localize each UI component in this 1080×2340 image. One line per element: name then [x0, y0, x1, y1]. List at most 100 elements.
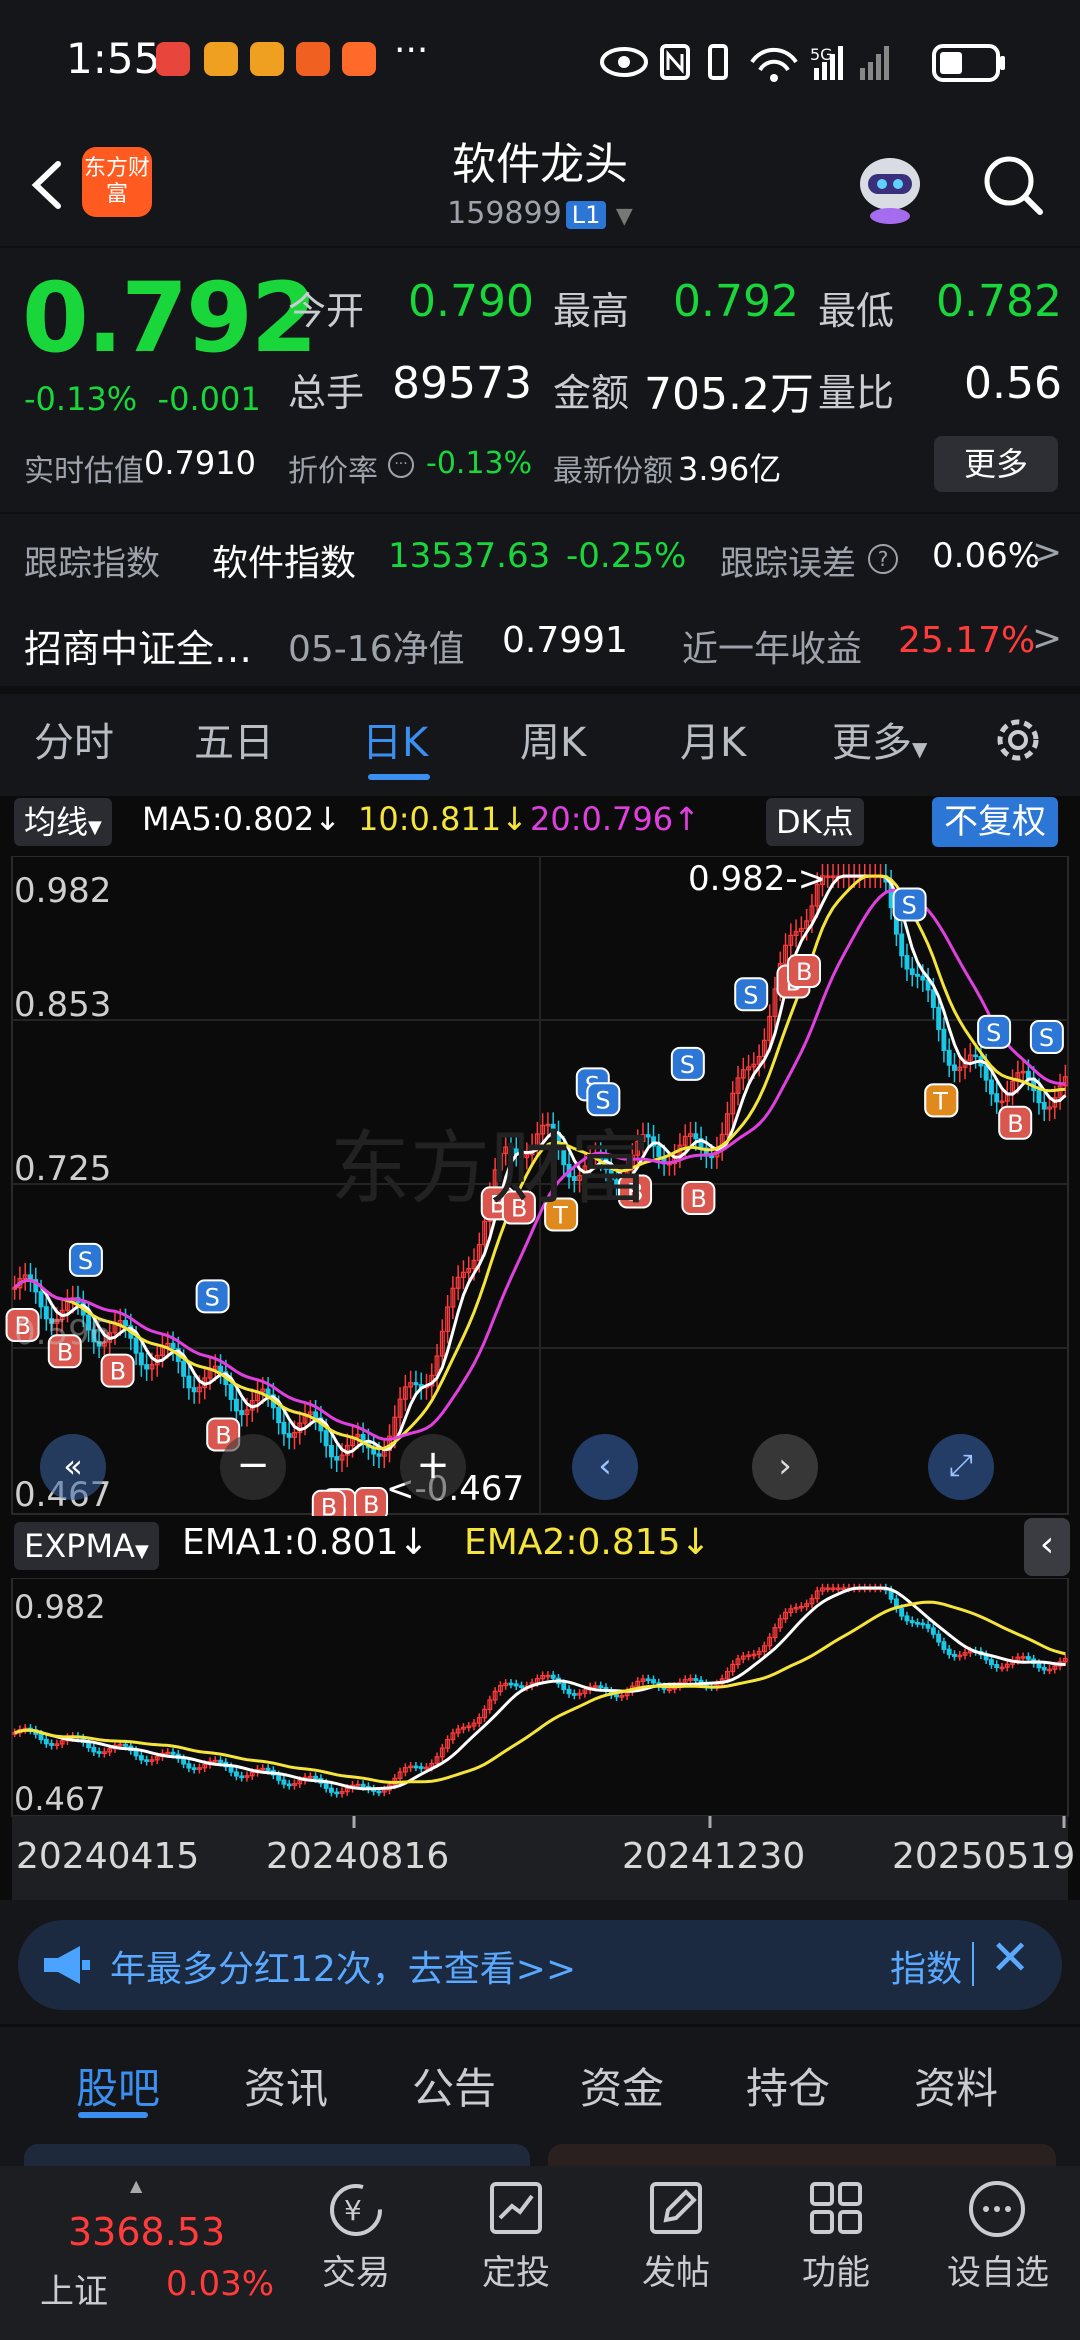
candle-body: [1041, 1101, 1047, 1110]
low-label: 最低: [818, 289, 895, 333]
candle-body: [936, 1006, 942, 1030]
tracking-row[interactable]: 跟踪指数 软件指数 13537.63 -0.25% 跟踪误差 ? 0.06% >: [0, 514, 1080, 598]
tracking-index-value: 13537.63: [388, 536, 551, 576]
candle-body: [513, 1683, 519, 1687]
nav-trade-label[interactable]: 交易: [276, 2245, 436, 2294]
tab-profile[interactable]: 资料: [914, 2055, 998, 2116]
ma20-value: 20:0.796↑: [530, 800, 700, 838]
candle-body: [218, 1365, 224, 1373]
level-badge: L1: [565, 201, 607, 229]
candle-body: [334, 1456, 340, 1461]
zoom-out-button[interactable]: −: [220, 1434, 286, 1500]
chevron-up-icon: ▲: [130, 2176, 143, 2195]
vol-ratio-label: 量比: [818, 371, 895, 415]
estimate-value: 0.7910: [144, 444, 256, 482]
promo-banner[interactable]: 年最多分红12次，去查看>> 指数 ✕: [18, 1920, 1062, 2010]
app-notification-icon: [342, 42, 376, 76]
robot-assistant-icon[interactable]: [850, 146, 930, 226]
add-watchlist-icon[interactable]: [966, 2178, 1028, 2240]
price-change: -0.13% -0.001: [24, 380, 261, 418]
candle-body: [334, 1791, 340, 1795]
candle-body: [323, 1782, 329, 1789]
fullscreen-icon[interactable]: ⤢: [928, 1434, 994, 1500]
gear-icon[interactable]: [990, 712, 1046, 768]
more-button[interactable]: 更多: [934, 436, 1058, 492]
main-kline-chart[interactable]: BBSBSBBBBBSSBSBBBSBSBSBSTT 东方财富 0.982 0.…: [0, 856, 1080, 1516]
app-notification-icon: [296, 42, 330, 76]
estimate-label: 实时估值: [24, 454, 144, 489]
nav-functions-label[interactable]: 功能: [756, 2245, 916, 2294]
functions-icon[interactable]: [806, 2178, 866, 2240]
expma-chart[interactable]: 0.982 0.467 20240415 20240816 20241230 2…: [0, 1578, 1080, 1900]
tab-holdings[interactable]: 持仓: [746, 2055, 830, 2116]
current-price: 0.792: [22, 262, 318, 374]
candle-body: [123, 1743, 128, 1747]
candle-body: [91, 1747, 97, 1753]
candle-body: [313, 1411, 319, 1419]
candle-body: [952, 1653, 957, 1657]
close-icon[interactable]: ✕: [990, 1930, 1030, 1986]
candle-body: [144, 1364, 150, 1370]
search-icon[interactable]: [978, 150, 1048, 220]
tab-monthly-k[interactable]: 月K: [680, 710, 746, 768]
network-label: 5G: [810, 45, 833, 64]
tab-news[interactable]: 资讯: [244, 2055, 328, 2116]
candle-body: [1041, 1667, 1047, 1671]
candle-body: [281, 1779, 287, 1785]
info-icon[interactable]: ···: [388, 452, 414, 478]
candle-body: [925, 1623, 931, 1629]
ma5-value: MA5:0.802↓: [142, 800, 342, 838]
signal-letter: B: [1007, 1110, 1023, 1138]
vol-ratio-value: 0.56: [964, 358, 1062, 409]
candle-body: [904, 955, 910, 970]
signal-letter: B: [321, 1494, 337, 1516]
tab-funds[interactable]: 资金: [580, 2055, 664, 2116]
candle-body: [38, 1291, 44, 1308]
fixed-invest-icon[interactable]: [486, 2178, 546, 2240]
expma-selector[interactable]: EXPMA▼: [14, 1522, 159, 1570]
tab-guba[interactable]: 股吧: [76, 2055, 160, 2116]
candle-body: [276, 1774, 282, 1781]
nav-value: 0.7991: [502, 620, 628, 661]
signal-letter: S: [78, 1247, 93, 1275]
nav-fixed-invest-label[interactable]: 定投: [436, 2245, 596, 2294]
post-icon[interactable]: [646, 2178, 706, 2240]
tab-more[interactable]: 更多▼: [832, 710, 927, 768]
volume-label: 总手: [288, 371, 365, 415]
x-axis-label: 20240415: [16, 1836, 199, 1877]
dk-button[interactable]: DK点: [766, 798, 864, 846]
scroll-left-button[interactable]: ‹: [572, 1434, 638, 1500]
tab-daily-k[interactable]: 日K: [362, 710, 428, 768]
zoom-in-button[interactable]: +: [400, 1434, 466, 1500]
tab-announcements[interactable]: 公告: [412, 2055, 496, 2116]
tab-intraday[interactable]: 分时: [34, 710, 114, 768]
candle-body: [144, 1759, 150, 1762]
candle-body: [239, 1775, 245, 1779]
scroll-right-button[interactable]: ›: [752, 1434, 818, 1500]
candle-body: [133, 1337, 139, 1354]
candle-body: [946, 1049, 952, 1066]
signal-letter: B: [796, 958, 812, 986]
market-index-widget[interactable]: ▲ 3368.53 上证 0.03%: [0, 2166, 274, 2340]
app-notification-icon: [156, 42, 190, 76]
tab-indicator: [78, 2112, 148, 2118]
collapse-panel-button[interactable]: ‹: [1024, 1518, 1070, 1576]
candle-body: [38, 1733, 44, 1741]
help-icon[interactable]: ?: [868, 544, 898, 574]
ma-selector[interactable]: 均线▼: [14, 798, 112, 846]
ema1-value: EMA1:0.801↓: [182, 1522, 429, 1563]
rewind-button[interactable]: «: [40, 1434, 106, 1500]
watermark: 东方财富: [330, 1122, 650, 1215]
candle-body: [276, 1407, 282, 1424]
tracking-label: 跟踪指数: [24, 544, 160, 584]
trade-icon[interactable]: ¥: [322, 2178, 390, 2242]
nav-label: 05-16净值: [288, 629, 465, 670]
nav-watchlist-label[interactable]: 设自选: [918, 2245, 1078, 2294]
candle-body: [360, 1783, 366, 1788]
fund-row[interactable]: 招商中证全… 05-16净值 0.7991 近一年收益 25.17% >: [0, 600, 1080, 684]
candle-body: [265, 1388, 271, 1396]
tab-weekly-k[interactable]: 周K: [520, 710, 586, 768]
adjust-button[interactable]: 不复权: [932, 797, 1058, 847]
tab-five-day[interactable]: 五日: [194, 710, 274, 768]
nav-post-label[interactable]: 发帖: [596, 2245, 756, 2294]
